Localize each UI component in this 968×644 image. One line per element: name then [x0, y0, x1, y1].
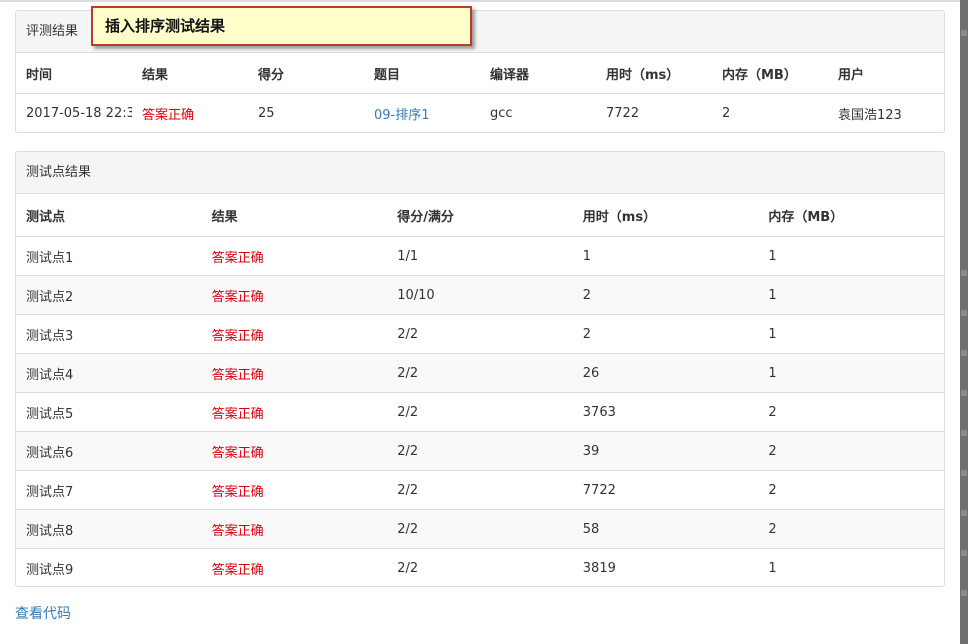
judge-result-row: 2017-05-18 22:33 答案正确 25 09-排序1 gcc 7722…	[16, 93, 944, 133]
header-memory: 内存（MB）	[722, 67, 797, 83]
case-result: 答案正确	[211, 250, 264, 266]
case-result: 答案正确	[211, 484, 264, 500]
table-row: 测试点6 答案正确 2/2 39 2	[16, 431, 944, 470]
strip-marker	[961, 590, 967, 596]
strip-marker	[961, 510, 967, 516]
result-status: 答案正确	[142, 108, 195, 123]
case-result: 答案正确	[211, 523, 264, 539]
page: 评测结果 时间 结果 得分 题目 编译器 用时（ms） 内存（MB） 用户 20…	[0, 0, 960, 644]
test-case-title: 测试点结果	[16, 152, 944, 194]
top-divider	[0, 0, 960, 2]
case-time: 58	[582, 521, 600, 537]
case-result: 答案正确	[211, 562, 264, 578]
judge-result-header-row: 时间 结果 得分 题目 编译器 用时（ms） 内存（MB） 用户	[16, 53, 944, 93]
header-case-score: 得分/满分	[397, 209, 454, 225]
case-memory: 1	[768, 287, 777, 303]
case-result: 答案正确	[211, 445, 264, 461]
case-memory: 2	[768, 443, 777, 459]
problem-link[interactable]: 09-排序1	[364, 104, 480, 123]
header-user: 用户	[838, 67, 865, 83]
strip-marker	[961, 310, 967, 316]
case-score: 2/2	[397, 365, 419, 381]
header-result: 结果	[142, 67, 169, 83]
case-memory: 1	[768, 326, 777, 342]
strip-marker	[961, 550, 967, 556]
case-memory: 1	[768, 365, 777, 381]
header-case-time: 用时（ms）	[582, 209, 657, 225]
strip-marker	[961, 430, 967, 436]
header-time-ms: 用时（ms）	[606, 67, 680, 83]
case-memory: 2	[768, 404, 777, 420]
header-time: 时间	[26, 67, 53, 83]
case-time: 39	[582, 443, 600, 459]
header-case-memory: 内存（MB）	[768, 209, 844, 225]
case-time: 3763	[582, 404, 616, 420]
test-case-table: 测试点 结果 得分/满分 用时（ms） 内存（MB） 测试点1 答案正确 1/1 1 1…	[16, 194, 944, 587]
case-score: 2/2	[397, 521, 419, 537]
case-score: 2/2	[397, 560, 419, 576]
table-row: 测试点8 答案正确 2/2 58 2	[16, 509, 944, 548]
strip-marker	[961, 270, 967, 276]
case-memory: 2	[768, 482, 777, 498]
case-time: 3819	[582, 560, 616, 576]
judge-result-table: 时间 结果 得分 题目 编译器 用时（ms） 内存（MB） 用户 2017-05…	[16, 53, 944, 133]
table-row: 测试点1 答案正确 1/1 1 1	[16, 236, 944, 275]
strip-marker	[961, 30, 967, 36]
case-memory: 1	[768, 248, 777, 264]
case-time: 2	[582, 326, 592, 342]
case-result: 答案正确	[211, 367, 264, 383]
header-case-result: 结果	[211, 209, 238, 225]
case-score: 2/2	[397, 443, 419, 459]
header-score: 得分	[258, 67, 285, 83]
table-row: 测试点4 答案正确 2/2 26 1	[16, 353, 944, 392]
strip-marker	[961, 470, 967, 476]
case-time: 2	[582, 287, 592, 303]
header-compiler: 编译器	[490, 67, 530, 83]
strip-marker	[961, 390, 967, 396]
case-name: 测试点6	[26, 445, 74, 461]
table-row: 测试点2 答案正确 10/10 2 1	[16, 275, 944, 314]
case-name: 测试点7	[26, 484, 74, 500]
case-score: 1/1	[397, 248, 419, 264]
compiler-value: gcc	[490, 106, 513, 121]
case-name: 测试点2	[26, 289, 74, 305]
view-code-link[interactable]: 查看代码	[15, 603, 71, 623]
case-result: 答案正确	[211, 289, 264, 305]
case-name: 测试点8	[26, 523, 74, 539]
case-name: 测试点3	[26, 328, 74, 344]
table-row: 测试点7 答案正确 2/2 7722 2	[16, 470, 944, 509]
case-time: 26	[582, 365, 600, 381]
case-score: 2/2	[397, 326, 419, 342]
case-time: 1	[582, 248, 592, 264]
case-memory: 1	[768, 560, 777, 576]
case-score: 2/2	[397, 404, 419, 420]
test-case-header-row: 测试点 结果 得分/满分 用时（ms） 内存（MB）	[16, 194, 944, 236]
table-row: 测试点9 答案正确 2/2 3819 1	[16, 548, 944, 587]
table-row: 测试点5 答案正确 2/2 3763 2	[16, 392, 944, 431]
case-score: 2/2	[397, 482, 419, 498]
case-time: 7722	[582, 482, 616, 498]
annotation-note: 插入排序测试结果	[91, 6, 472, 46]
submit-time: 2017-05-18 22:33	[26, 106, 132, 121]
case-name: 测试点1	[26, 250, 74, 266]
score-value: 25	[258, 106, 275, 121]
right-scroll-strip[interactable]	[960, 0, 968, 644]
case-name: 测试点5	[26, 406, 74, 422]
table-row: 测试点3 答案正确 2/2 2 1	[16, 314, 944, 353]
case-name: 测试点4	[26, 367, 74, 383]
case-result: 答案正确	[211, 406, 264, 422]
user-value: 袁国浩123	[838, 108, 902, 123]
case-result: 答案正确	[211, 328, 264, 344]
header-case: 测试点	[26, 209, 66, 225]
case-score: 10/10	[397, 287, 435, 303]
header-problem: 题目	[374, 67, 401, 83]
memory-value: 2	[722, 106, 731, 121]
case-memory: 2	[768, 521, 777, 537]
case-name: 测试点9	[26, 562, 74, 578]
strip-marker	[961, 350, 967, 356]
time-ms-value: 7722	[606, 106, 640, 121]
test-case-panel: 测试点结果 测试点 结果 得分/满分 用时（ms） 内存（MB） 测试点1 答案正…	[15, 151, 945, 587]
